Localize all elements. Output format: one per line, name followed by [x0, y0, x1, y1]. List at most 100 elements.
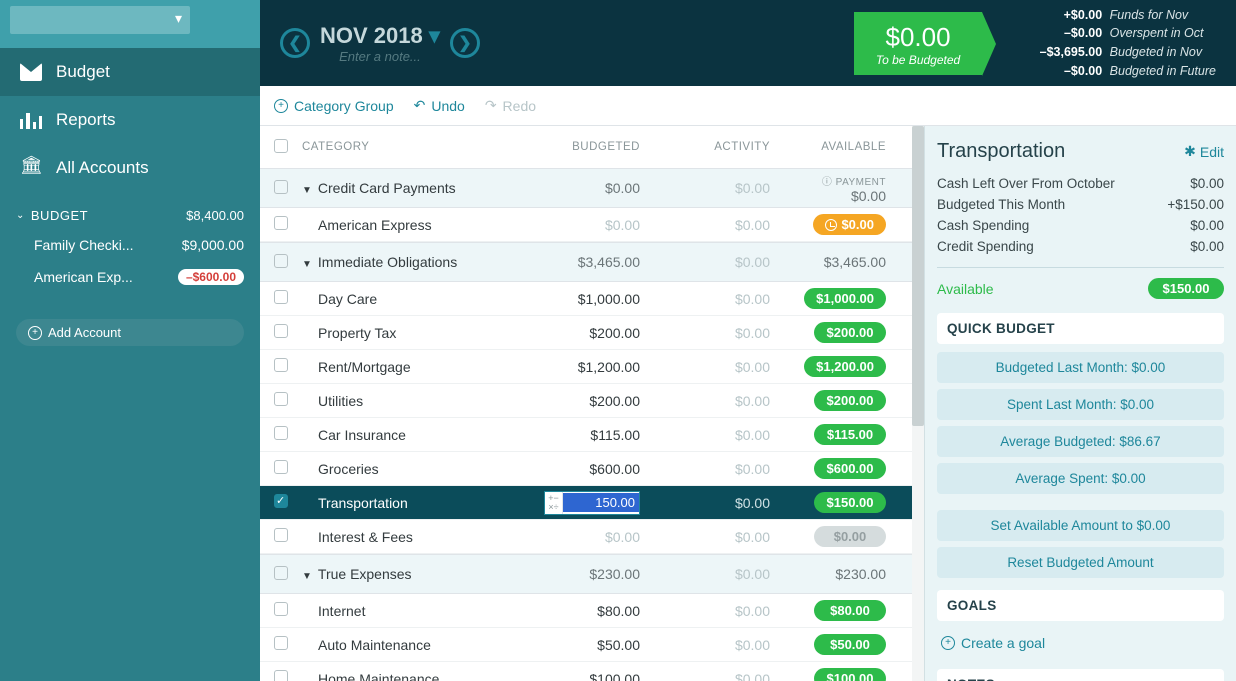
scrollbar-thumb[interactable] [912, 126, 924, 426]
account-balance: $9,000.00 [182, 237, 244, 253]
budget-dropdown[interactable] [10, 6, 190, 34]
category-row[interactable]: Auto Maintenance $50.00 $0.00 $50.00 [260, 628, 924, 662]
budgeted-cell[interactable]: +−×÷150.00 [520, 491, 650, 515]
budgeted-cell[interactable]: $200.00 [520, 325, 650, 341]
budgeted-cell[interactable]: $1,000.00 [520, 291, 650, 307]
available-pill[interactable]: $200.00 [814, 322, 886, 343]
available-pill[interactable]: $50.00 [814, 634, 886, 655]
inspector-edit-button[interactable]: ✱Edit [1184, 143, 1224, 160]
inspector-stat-row: Cash Spending$0.00 [937, 215, 1224, 236]
category-row[interactable]: Day Care $1,000.00 $0.00 $1,000.00 [260, 282, 924, 316]
category-row[interactable]: American Express $0.00 $0.00 $0.00 [260, 208, 924, 242]
nav-budget[interactable]: Budget [0, 48, 260, 96]
category-group-row[interactable]: ▼Credit Card Payments $0.00 $0.00 ⓘ PAYM… [260, 168, 924, 208]
available-pill[interactable]: $200.00 [814, 390, 886, 411]
row-checkbox[interactable] [274, 636, 288, 650]
budgeted-cell[interactable]: $115.00 [520, 427, 650, 443]
nav-reports[interactable]: Reports [0, 96, 260, 144]
quick-budget-button[interactable]: Average Spent: $0.00 [937, 463, 1224, 494]
budgeted-input[interactable]: 150.00 [563, 493, 639, 512]
category-row[interactable]: Car Insurance $115.00 $0.00 $115.00 [260, 418, 924, 452]
available-pill[interactable]: $100.00 [814, 668, 886, 681]
quick-budget-button[interactable]: Budgeted Last Month: $0.00 [937, 352, 1224, 383]
group-checkbox[interactable] [274, 180, 288, 194]
available-pill[interactable]: $115.00 [814, 424, 886, 445]
row-checkbox[interactable] [274, 216, 288, 230]
row-checkbox[interactable] [274, 494, 288, 508]
group-activity: $0.00 [650, 180, 780, 196]
col-activity: ACTIVITY [650, 141, 780, 153]
month-title[interactable]: NOV 2018 ▾ [320, 23, 440, 49]
row-checkbox[interactable] [274, 602, 288, 616]
inspector-title: Transportation [937, 140, 1065, 163]
row-checkbox[interactable] [274, 460, 288, 474]
row-checkbox[interactable] [274, 324, 288, 338]
category-row[interactable]: Internet $80.00 $0.00 $80.00 [260, 594, 924, 628]
category-group-row[interactable]: ▼True Expenses $230.00 $0.00 $230.00 [260, 554, 924, 594]
available-pill[interactable]: $0.00 [814, 526, 886, 547]
sidebar: Budget Reports All Accounts ⌄BUDGET $8,4… [0, 0, 260, 681]
account-balance: –$600.00 [178, 269, 244, 285]
quick-budget-button[interactable]: Average Budgeted: $86.67 [937, 426, 1224, 457]
nav-accounts[interactable]: All Accounts [0, 144, 260, 192]
category-name: Utilities [302, 393, 520, 409]
category-row[interactable]: Home Maintenance $100.00 $0.00 $100.00 [260, 662, 924, 681]
available-pill[interactable]: $600.00 [814, 458, 886, 479]
triangle-down-icon: ▼ [302, 185, 312, 196]
row-checkbox[interactable] [274, 358, 288, 372]
inspector-action-button[interactable]: Reset Budgeted Amount [937, 547, 1224, 578]
category-row[interactable]: Property Tax $200.00 $0.00 $200.00 [260, 316, 924, 350]
select-all-checkbox[interactable] [274, 139, 288, 153]
prev-month-button[interactable]: ❮ [280, 28, 310, 58]
category-name: American Express [302, 217, 520, 233]
available-pill[interactable]: $1,200.00 [804, 356, 886, 377]
budgeted-cell[interactable]: $1,200.00 [520, 359, 650, 375]
sidebar-budget-head[interactable]: ⌄BUDGET $8,400.00 [16, 202, 244, 229]
available-pill[interactable]: $150.00 [814, 492, 886, 513]
row-checkbox[interactable] [274, 670, 288, 681]
budgeted-cell[interactable]: $0.00 [520, 217, 650, 233]
activity-cell: $0.00 [650, 637, 780, 653]
calculator-icon[interactable]: +−×÷ [545, 492, 563, 514]
redo-button[interactable]: ↷Redo [485, 97, 536, 114]
budgeted-cell[interactable]: $80.00 [520, 603, 650, 619]
sidebar-section-total: $8,400.00 [186, 208, 244, 223]
undo-button[interactable]: ↶Undo [414, 97, 465, 114]
group-checkbox[interactable] [274, 254, 288, 268]
budgeted-cell[interactable]: $200.00 [520, 393, 650, 409]
budgeted-cell[interactable]: $600.00 [520, 461, 650, 477]
category-group-row[interactable]: ▼Immediate Obligations $3,465.00 $0.00 $… [260, 242, 924, 282]
budgeted-cell[interactable]: $0.00 [520, 529, 650, 545]
sidebar-account-row[interactable]: Family Checki...$9,000.00 [16, 229, 244, 261]
next-month-button[interactable]: ❯ [450, 28, 480, 58]
activity-cell: $0.00 [650, 393, 780, 409]
budgeted-cell[interactable]: $100.00 [520, 671, 650, 681]
available-pill[interactable]: $1,000.00 [804, 288, 886, 309]
row-checkbox[interactable] [274, 290, 288, 304]
gear-icon: ✱ [1184, 143, 1196, 160]
category-row[interactable]: Groceries $600.00 $0.00 $600.00 [260, 452, 924, 486]
category-row[interactable]: Interest & Fees $0.00 $0.00 $0.00 [260, 520, 924, 554]
available-pill[interactable]: $80.00 [814, 600, 886, 621]
group-checkbox[interactable] [274, 566, 288, 580]
col-budgeted: BUDGETED [520, 141, 650, 153]
activity-cell: $0.00 [650, 427, 780, 443]
row-checkbox[interactable] [274, 392, 288, 406]
month-note-input[interactable]: Enter a note... [320, 49, 440, 64]
available-pill[interactable]: $0.00 [813, 214, 886, 235]
quick-budget-button[interactable]: Spent Last Month: $0.00 [937, 389, 1224, 420]
category-row[interactable]: Utilities $200.00 $0.00 $200.00 [260, 384, 924, 418]
account-name: American Exp... [34, 269, 133, 285]
activity-cell: $0.00 [650, 461, 780, 477]
category-row[interactable]: Transportation +−×÷150.00 $0.00 $150.00 [260, 486, 924, 520]
add-account-button[interactable]: + Add Account [16, 319, 244, 346]
add-category-group-button[interactable]: +Category Group [274, 98, 394, 114]
budgeted-cell[interactable]: $50.00 [520, 637, 650, 653]
row-checkbox[interactable] [274, 426, 288, 440]
create-goal-button[interactable]: +Create a goal [937, 629, 1049, 657]
sidebar-account-row[interactable]: American Exp... –$600.00 [16, 261, 244, 293]
inspector-action-button[interactable]: Set Available Amount to $0.00 [937, 510, 1224, 541]
plus-circle-icon: + [28, 326, 42, 340]
row-checkbox[interactable] [274, 528, 288, 542]
category-row[interactable]: Rent/Mortgage $1,200.00 $0.00 $1,200.00 [260, 350, 924, 384]
